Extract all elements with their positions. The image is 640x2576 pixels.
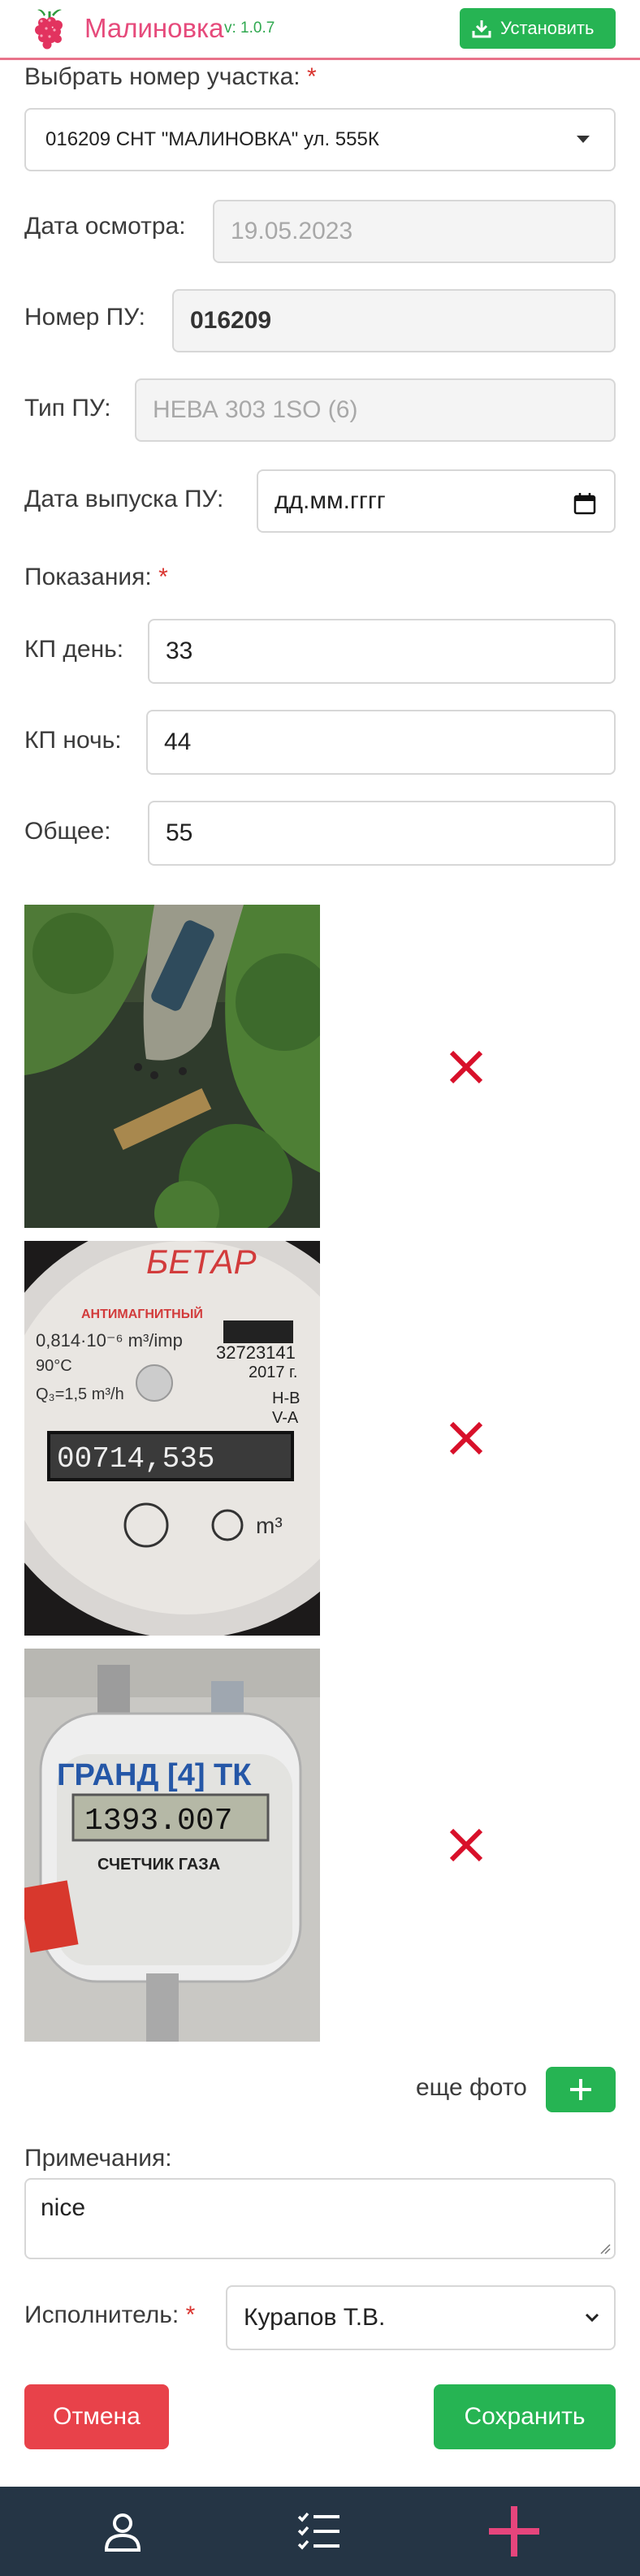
inspection-date-label: Дата осмотра:: [24, 213, 186, 240]
water-meter-reading: 00714,535: [57, 1442, 214, 1476]
meter-release-placeholder: дд.мм.гггг: [275, 487, 386, 514]
resize-handle-icon[interactable]: [599, 2243, 611, 2254]
gas-meter-reading: 1393.007: [84, 1804, 232, 1839]
svg-text:m³: m³: [256, 1513, 283, 1538]
executor-label: Исполнитель: *: [24, 2302, 196, 2328]
delete-photo-2-icon[interactable]: [447, 1419, 486, 1458]
install-button[interactable]: Установить: [460, 8, 616, 49]
night-label: КП ночь:: [24, 727, 122, 754]
inspection-date-value: 19.05.2023: [231, 218, 353, 244]
notes-textarea[interactable]: nice: [24, 2178, 616, 2259]
readings-label: Показания: *: [24, 564, 168, 590]
gas-meter-caption: СЧЕТЧИК ГАЗА: [97, 1856, 220, 1874]
executor-select-value: Курапов Т.В.: [244, 2304, 386, 2331]
plus-icon: [570, 2079, 591, 2100]
water-meter-image: БЕТАР АНТИМАГНИТНЫЙ 0,814·10⁻⁶ m³/imp 90…: [24, 1241, 320, 1636]
calendar-icon[interactable]: [573, 492, 596, 515]
water-meter-year: 2017 г.: [249, 1364, 297, 1381]
photo-gas-meter[interactable]: ГРАНД [4] ТК 1393.007 СЧЕТЧИК ГАЗА: [24, 1649, 320, 2042]
delete-photo-1-icon[interactable]: [447, 1048, 486, 1087]
add-record-plus-icon[interactable]: [487, 2505, 541, 2558]
add-photo-button[interactable]: [546, 2067, 616, 2112]
more-photo-label: еще фото: [416, 2074, 527, 2101]
day-reading-input[interactable]: 33: [148, 619, 616, 684]
delete-photo-3-icon[interactable]: [447, 1826, 486, 1865]
water-meter-serial: 32723141: [216, 1342, 296, 1363]
total-label: Общее:: [24, 818, 111, 845]
gas-meter-brand: ГРАНД [4] ТК: [57, 1758, 252, 1792]
raspberry-logo-icon: [35, 9, 63, 50]
app-version: v: 1.0.7: [224, 19, 275, 37]
svg-text:H-B: H-B: [272, 1390, 300, 1407]
meter-release-label: Дата выпуска ПУ:: [24, 486, 224, 512]
bottom-navbar: [0, 2487, 640, 2576]
meter-release-date-input[interactable]: дд.мм.гггг: [257, 469, 616, 533]
total-reading-value: 55: [166, 819, 193, 846]
night-reading-input[interactable]: 44: [146, 710, 616, 775]
svg-text:V-A: V-A: [272, 1409, 299, 1427]
svg-text:0,814·10⁻⁶ m³/imp: 0,814·10⁻⁶ m³/imp: [36, 1330, 183, 1351]
inspection-date-field: 19.05.2023: [213, 200, 616, 263]
executor-select[interactable]: Курапов Т.В.: [226, 2285, 616, 2350]
plot-select-value: 016209 СНТ "МАЛИНОВКА" ул. 555К: [45, 128, 379, 150]
notes-value: nice: [41, 2194, 86, 2221]
download-icon: [472, 20, 491, 38]
total-reading-input[interactable]: 55: [148, 801, 616, 866]
night-reading-value: 44: [164, 728, 192, 755]
plot-select[interactable]: 016209 СНТ "МАЛИНОВКА" ул. 555К: [24, 108, 616, 171]
caret-down-icon: [577, 136, 590, 143]
water-meter-brand: БЕТАР: [146, 1243, 257, 1281]
meter-number-value: 016209: [190, 307, 272, 334]
meter-type-field: НЕВА 303 1SO (6): [135, 378, 616, 442]
meter-type-label: Тип ПУ:: [24, 395, 111, 421]
aerial-river-image: [24, 905, 320, 1228]
svg-text:АНТИМАГНИТНЫЙ: АНТИМАГНИТНЫЙ: [81, 1306, 203, 1321]
install-label: Установить: [500, 18, 595, 38]
photo-aerial-river[interactable]: [24, 905, 320, 1228]
chevron-down-icon: [585, 2313, 599, 2323]
save-button[interactable]: Сохранить: [434, 2384, 616, 2449]
meter-number-label: Номер ПУ:: [24, 304, 145, 331]
user-icon[interactable]: [104, 2513, 141, 2552]
svg-text:90°C: 90°C: [36, 1357, 72, 1375]
checklist-icon[interactable]: [297, 2511, 341, 2552]
photo-water-meter[interactable]: БЕТАР АНТИМАГНИТНЫЙ 0,814·10⁻⁶ m³/imp 90…: [24, 1241, 320, 1636]
plot-label: Выбрать номер участка: *: [24, 63, 317, 90]
app-header: Малиновка v: 1.0.7 Установить: [0, 0, 640, 60]
cancel-button[interactable]: Отмена: [24, 2384, 169, 2449]
day-reading-value: 33: [166, 638, 193, 664]
app-title: Малиновка: [84, 13, 224, 43]
svg-text:Q₃=1,5 m³/h: Q₃=1,5 m³/h: [36, 1385, 124, 1403]
notes-label: Примечания:: [24, 2145, 172, 2172]
day-label: КП день:: [24, 636, 124, 663]
meter-number-field: 016209: [172, 289, 616, 352]
gas-meter-image: ГРАНД [4] ТК 1393.007 СЧЕТЧИК ГАЗА: [24, 1649, 320, 2042]
meter-type-value: НЕВА 303 1SO (6): [153, 396, 358, 423]
